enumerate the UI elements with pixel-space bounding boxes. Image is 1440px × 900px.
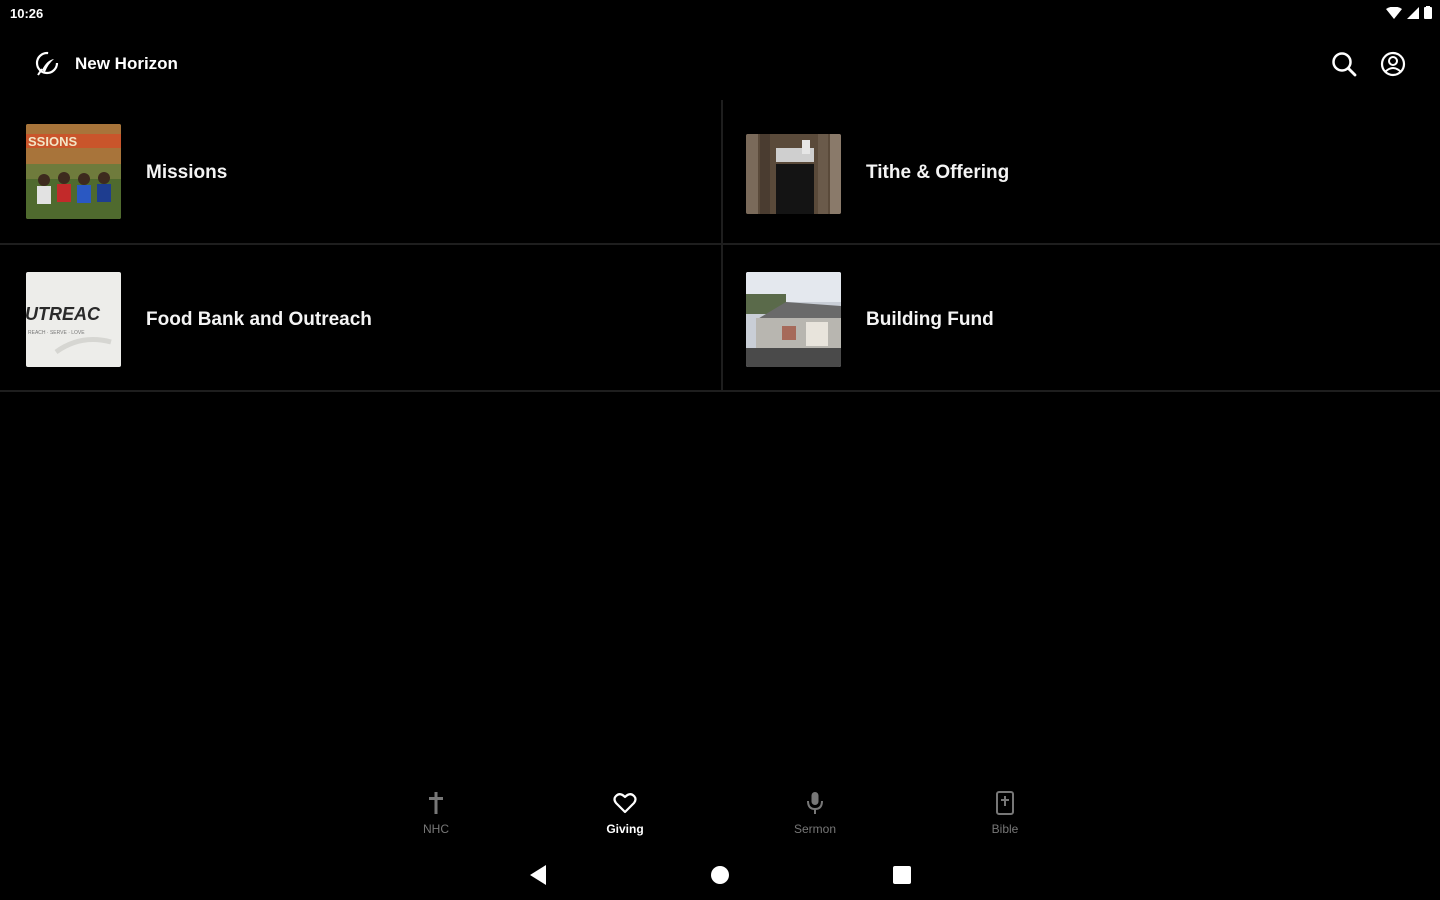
- back-triangle-icon: [530, 865, 546, 885]
- outreach-thumb-subtext: REACH · SERVE · LOVE: [28, 330, 85, 336]
- recents-square-icon: [893, 866, 911, 884]
- bottom-navigation: NHC Giving Sermon Bible: [0, 790, 1440, 842]
- status-bar: 10:26: [0, 0, 1440, 28]
- status-icons: [1386, 6, 1432, 19]
- microphone-icon: [802, 790, 828, 816]
- nav-tab-bible[interactable]: Bible: [955, 790, 1055, 842]
- nav-tab-nhc[interactable]: NHC: [386, 790, 486, 842]
- nav-label: NHC: [423, 822, 449, 836]
- missions-image: SSIONS: [26, 124, 121, 219]
- building-fund-thumbnail: [746, 272, 841, 367]
- giving-item-label: Food Bank and Outreach: [146, 309, 372, 330]
- search-button[interactable]: [1328, 48, 1360, 80]
- tithe-image: [746, 134, 841, 214]
- app-bar: New Horizon: [0, 36, 1440, 92]
- bible-icon: [992, 790, 1018, 816]
- giving-grid: SSIONS Missions Tithe & Offering UTREAC …: [0, 100, 1440, 394]
- system-recents-button[interactable]: [888, 861, 916, 889]
- church-logo-icon: [35, 51, 59, 76]
- system-back-button[interactable]: [524, 861, 552, 889]
- nav-label: Giving: [606, 822, 644, 836]
- nav-tab-giving[interactable]: Giving: [575, 790, 675, 842]
- giving-item-label: Tithe & Offering: [866, 162, 1010, 183]
- tithe-thumbnail: [746, 134, 841, 214]
- account-circle-icon: [1380, 51, 1406, 77]
- giving-item-missions[interactable]: SSIONS Missions: [0, 100, 720, 243]
- status-time: 10:26: [10, 6, 44, 21]
- row-divider: [0, 390, 1440, 392]
- giving-item-building-fund[interactable]: Building Fund: [720, 247, 1440, 390]
- row-divider: [0, 243, 1440, 245]
- building-image: [746, 272, 841, 367]
- food-bank-thumbnail: UTREAC REACH · SERVE · LOVE: [26, 272, 121, 367]
- giving-item-food-bank-outreach[interactable]: UTREAC REACH · SERVE · LOVE Food Bank an…: [0, 247, 720, 390]
- system-home-button[interactable]: [706, 861, 734, 889]
- nav-label: Sermon: [793, 822, 837, 836]
- heart-icon: [612, 790, 638, 816]
- wifi-icon: [1386, 6, 1402, 19]
- battery-icon: [1424, 6, 1432, 19]
- missions-thumbnail: SSIONS: [26, 124, 121, 219]
- giving-item-label: Building Fund: [866, 309, 994, 330]
- app-title: New Horizon: [75, 54, 178, 73]
- giving-item-tithe-offering[interactable]: Tithe & Offering: [720, 100, 1440, 243]
- home-circle-icon: [711, 866, 729, 884]
- missions-thumb-text: SSIONS: [28, 134, 77, 149]
- giving-item-label: Missions: [146, 162, 228, 183]
- nav-tab-sermon[interactable]: Sermon: [765, 790, 865, 842]
- search-icon: [1332, 52, 1357, 77]
- system-navigation-bar: [0, 855, 1440, 895]
- nav-label: Bible: [991, 822, 1019, 836]
- cross-icon: [423, 790, 449, 816]
- account-button[interactable]: [1377, 48, 1409, 80]
- outreach-thumb-text: UTREAC: [26, 304, 101, 324]
- outreach-image: UTREAC REACH · SERVE · LOVE: [26, 272, 121, 367]
- signal-icon: [1407, 6, 1419, 19]
